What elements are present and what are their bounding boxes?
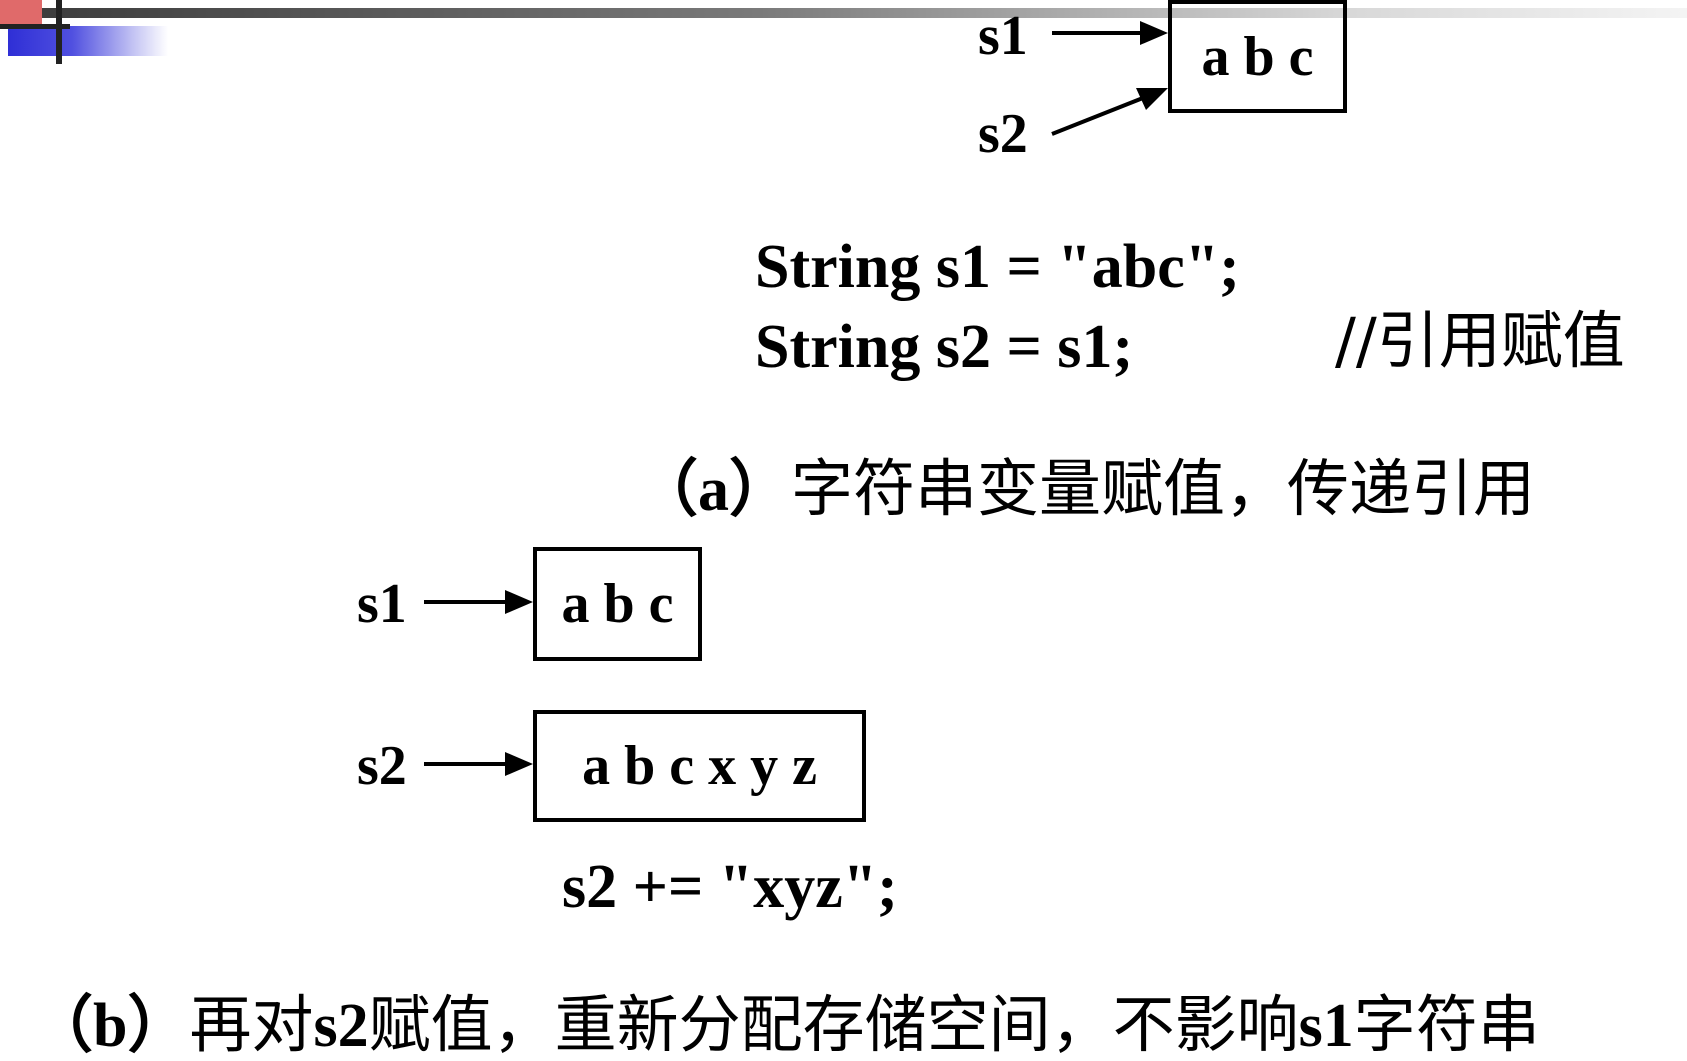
diagram-a-var-s1: s1 — [978, 5, 1028, 67]
diagram-b-var-s1: s1 — [357, 573, 407, 635]
diagram-b-caption-label: （b） — [31, 992, 190, 1060]
arrow-b-s2 — [424, 752, 533, 776]
diagram-b-caption-text-2: 赋值，重新分配存储空间，不影响 — [368, 988, 1299, 1061]
diagram-a-caption: （a）字符串变量赋值，传递引用 — [605, 396, 1535, 524]
diagram-a-code-line-2: String s2 = s1; — [755, 313, 1134, 381]
arrow-a-s1 — [1052, 21, 1168, 45]
diagram-a-code-comment: //引用赋值 — [1335, 304, 1625, 377]
diagram-a-caption-label: （a） — [636, 456, 792, 524]
diagram-b-var-s2: s2 — [357, 735, 407, 797]
diagram-b-caption-text-1: 再对 — [189, 988, 314, 1061]
diagram-b-caption-var-s2: s2 — [313, 992, 369, 1060]
diagram-b-caption: （b）再对s2赋值，重新分配存储空间，不影响s1字符串 — [0, 932, 1540, 1060]
diagram-a-string-box: a b c — [1168, 0, 1347, 113]
diagram-b-string-box-s2: a b c x y z — [533, 710, 866, 822]
diagram-b-code-line: s2 += "xyz"; — [562, 853, 898, 921]
arrow-b-s1 — [424, 590, 533, 614]
diagram-b-string-box-s1: a b c — [533, 547, 702, 661]
diagram-a-var-s2: s2 — [978, 103, 1028, 165]
diagram-b-caption-text-3: 字符串 — [1353, 988, 1540, 1061]
diagram-a-caption-text: 字符串变量赋值，传递引用 — [791, 452, 1536, 525]
diagram-a-code-line-1: String s1 = "abc"; — [755, 233, 1240, 301]
diagram-b-caption-var-s1: s1 — [1298, 992, 1354, 1060]
arrow-a-s2 — [1051, 88, 1168, 136]
